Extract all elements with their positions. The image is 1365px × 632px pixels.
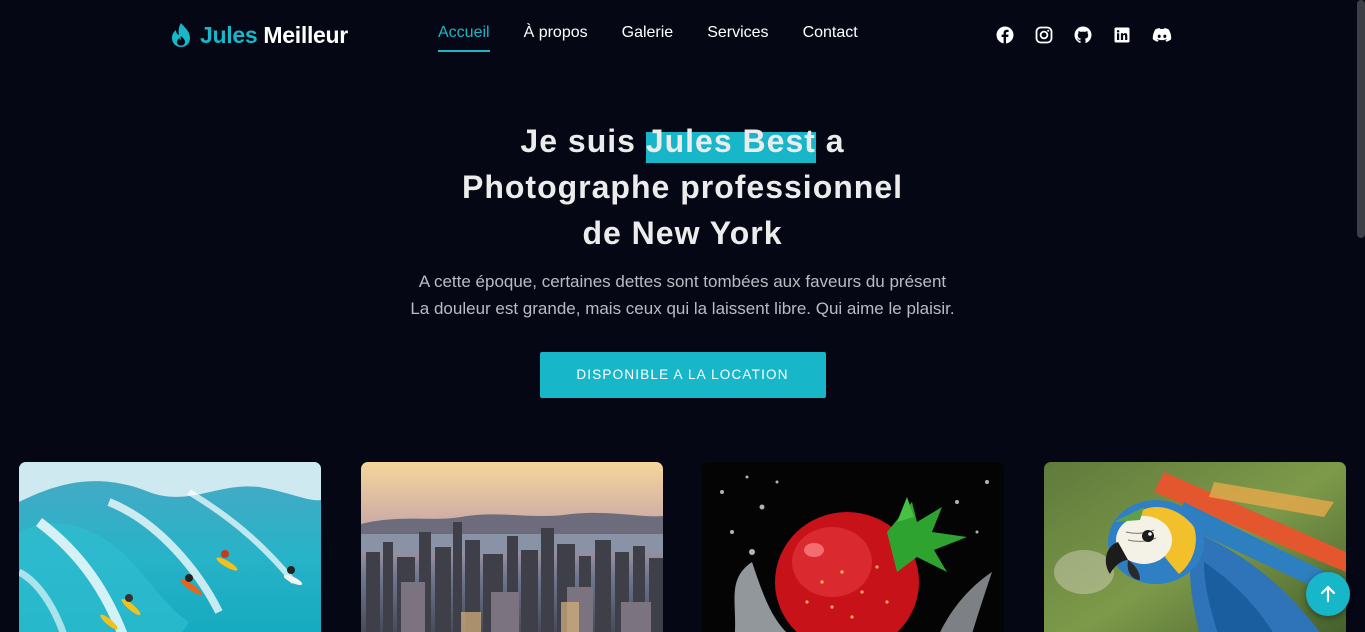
main-nav: Accueil À propos Galerie Services Contac…: [438, 24, 892, 52]
gallery-item-city[interactable]: [361, 462, 663, 632]
page-scrollbar[interactable]: [1357, 0, 1365, 238]
hero-title-highlight-text: Jules Best: [645, 123, 816, 159]
nav-item-accueil[interactable]: Accueil: [438, 24, 490, 52]
nav-item-galerie[interactable]: Galerie: [622, 24, 674, 48]
hero-title-line3: de New York: [582, 215, 783, 251]
hero-title-prefix: Je suis: [520, 123, 636, 159]
brand-name: Jules Meilleur: [200, 22, 348, 49]
surfers-photo: [19, 462, 321, 632]
hero-title-suffix: a: [825, 123, 845, 159]
arrow-up-icon: [1320, 585, 1336, 603]
hero-title-line1: Je suis Jules Best a: [0, 118, 1365, 164]
hero-title-highlight: Jules Best: [645, 118, 816, 164]
gallery-item-surfers[interactable]: [19, 462, 321, 632]
brand-last: Meilleur: [263, 21, 348, 48]
hire-button[interactable]: DISPONIBLE A LA LOCATION: [539, 352, 826, 398]
brand-first: Jules: [200, 21, 258, 48]
nav-item-a-propos[interactable]: À propos: [524, 24, 588, 48]
gallery-item-macaw[interactable]: [1044, 462, 1346, 632]
facebook-icon[interactable]: [996, 26, 1014, 44]
scroll-to-top-button[interactable]: [1306, 572, 1350, 616]
gallery-item-strawberry[interactable]: [702, 462, 1004, 632]
strawberry-splash-photo: [702, 462, 1004, 632]
flame-icon: [170, 22, 192, 48]
hero-section: Je suis Jules Best a Photographe profess…: [0, 118, 1365, 398]
hero-subtitle: A cette époque, certaines dettes sont to…: [0, 268, 1365, 322]
site-header: Jules Meilleur Accueil À propos Galerie …: [0, 0, 1365, 70]
brand-logo[interactable]: Jules Meilleur: [170, 20, 348, 50]
city-skyline-photo: [361, 462, 663, 632]
hero-subtitle-line2: La douleur est grande, mais ceux qui la …: [410, 299, 955, 318]
social-links: [996, 26, 1193, 44]
github-icon[interactable]: [1074, 26, 1092, 44]
linkedin-icon[interactable]: [1113, 26, 1131, 44]
nav-item-contact[interactable]: Contact: [803, 24, 858, 48]
hero-title-line2: Photographe professionnel: [461, 169, 904, 205]
nav-item-services[interactable]: Services: [707, 24, 768, 48]
instagram-icon[interactable]: [1035, 26, 1053, 44]
macaw-parrot-photo: [1044, 462, 1346, 632]
hero-subtitle-line1: A cette époque, certaines dettes sont to…: [418, 272, 947, 291]
hero-title: Je suis Jules Best a Photographe profess…: [0, 118, 1365, 256]
gallery: [0, 462, 1365, 632]
discord-icon[interactable]: [1152, 26, 1172, 44]
